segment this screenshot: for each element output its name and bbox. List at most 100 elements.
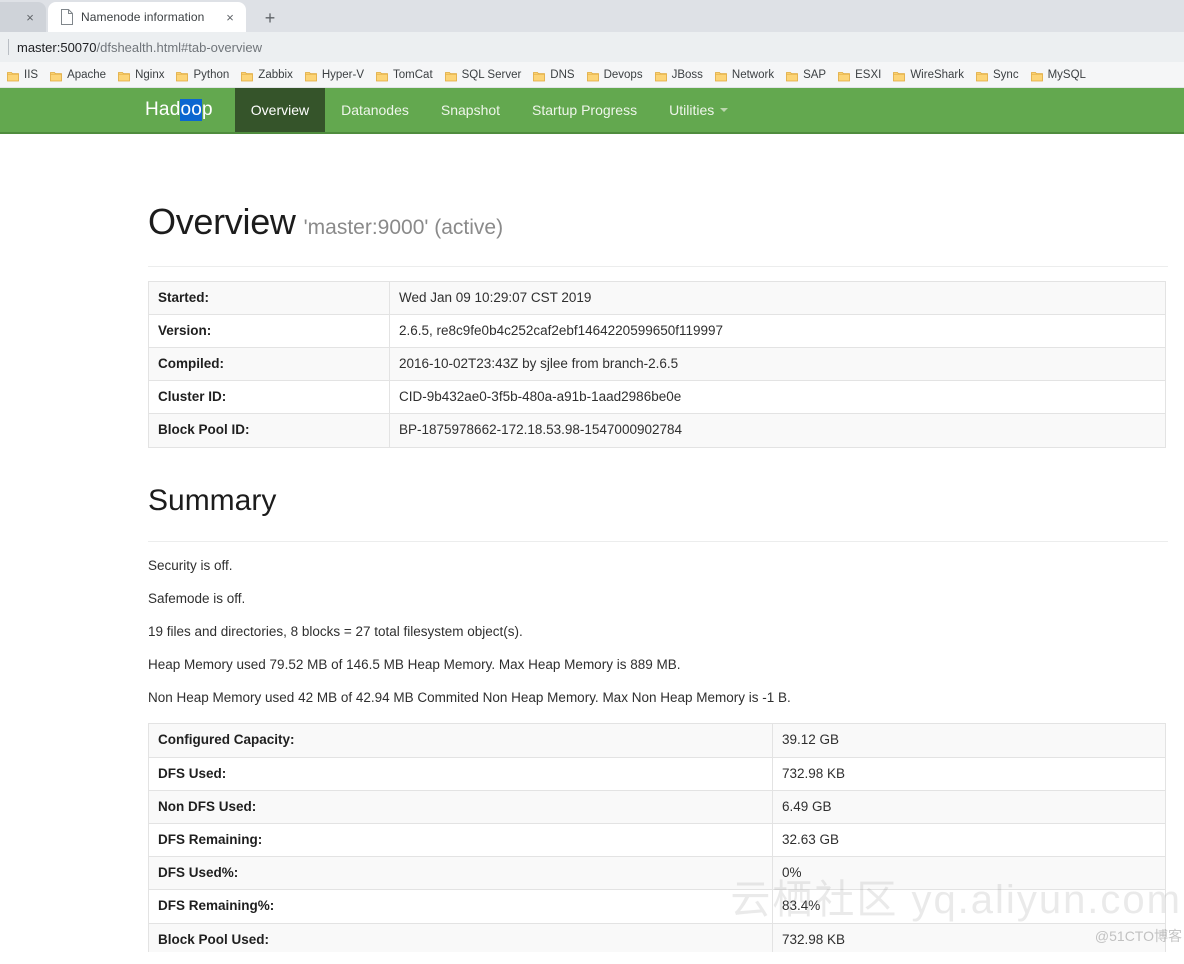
folder-icon	[376, 69, 388, 81]
summary-title: Summary	[148, 483, 277, 517]
table-cell-value: 732.98 KB	[772, 756, 1166, 791]
overview-table: Started: Wed Jan 09 10:29:07 CST 2019 Vers…	[148, 280, 1166, 448]
hadoop-brand[interactable]: Had oo p	[127, 88, 235, 132]
url-text: master:50070/dfshealth.html#tab-overview	[17, 40, 262, 55]
table-cell-key: DFS Used%:	[148, 856, 773, 891]
folder-icon	[50, 69, 62, 81]
summary-line: Non Heap Memory used 42 MB of 42.94 MB C…	[148, 690, 791, 706]
table-row: Version: 2.6.5, re8c9fe0b4c252caf2ebf1464…	[148, 313, 1166, 348]
folder-icon	[176, 69, 189, 81]
table-cell-value: 2.6.5, re8c9fe0b4c252caf2ebf146422059965…	[389, 313, 1166, 348]
close-icon[interactable]: ×	[222, 9, 238, 25]
bookmark-label: Devops	[603, 68, 643, 81]
bookmark-item-iis[interactable]: IIS	[2, 67, 45, 83]
navbar-links: Overview Datanodes Snapshot Startup Progres…	[234, 88, 744, 132]
bookmark-label: Hyper-V	[321, 68, 365, 81]
nav-link-overview[interactable]: Overview	[234, 88, 326, 132]
nav-link-label: Datanodes	[341, 102, 409, 118]
page-title-subtext: 'master:9000' (active)	[303, 216, 504, 239]
table-row: Block Pool Used: 732.98 KB	[148, 922, 1166, 952]
table-cell-value: 2016-10-02T23:43Z by sjlee from branch-2…	[389, 346, 1166, 382]
table-row: Started: Wed Jan 09 10:29:07 CST 2019	[148, 280, 1166, 315]
bookmark-item-nginx[interactable]: Nginx	[113, 67, 171, 83]
folder-icon	[444, 69, 457, 81]
browser-chrome: × Namenode information × + master:50070/…	[0, 0, 1184, 88]
bookmark-item-python[interactable]: Python	[171, 67, 236, 83]
bookmark-label: Network	[731, 68, 775, 81]
table-cell-key: Configured Capacity:	[148, 723, 773, 758]
folder-icon	[586, 69, 599, 81]
bookmark-label: IIS	[24, 68, 39, 81]
bookmark-label: Sync	[993, 68, 1019, 81]
bookmark-label: Zabbix	[258, 68, 293, 81]
folder-icon	[786, 69, 798, 81]
nav-link-label: Utilities	[669, 102, 715, 118]
bookmark-item-tomcat[interactable]: TomCat	[371, 67, 440, 83]
summary-line: 19 files and directories, 8 blocks = 27 …	[148, 623, 523, 639]
page-title-text: Overview	[148, 201, 296, 242]
table-cell-key: Version:	[148, 313, 390, 348]
address-bar[interactable]: master:50070/dfshealth.html#tab-overview	[0, 32, 1184, 62]
summary-line: Security is off.	[148, 557, 233, 573]
nav-link-snapshot[interactable]: Snapshot	[425, 88, 516, 132]
bookmark-item-devops[interactable]: Devops	[582, 67, 650, 83]
close-icon[interactable]: ×	[22, 9, 38, 25]
summary-divider	[148, 540, 1168, 542]
summary-line: Heap Memory used 79.52 MB of 146.5 MB He…	[148, 657, 681, 673]
new-tab-button[interactable]: +	[256, 4, 284, 32]
bookmark-item-mysql[interactable]: MySQL	[1026, 67, 1093, 83]
bookmark-label: TomCat	[393, 68, 433, 81]
table-cell-key: Cluster ID:	[148, 380, 390, 415]
bookmark-label: SQL Server	[461, 68, 522, 81]
table-cell-value: Wed Jan 09 10:29:07 CST 2019	[389, 280, 1166, 315]
nav-link-label: Snapshot	[440, 102, 501, 118]
bookmark-item-sap[interactable]: SAP	[781, 67, 833, 83]
nav-link-label: Overview	[250, 102, 310, 118]
nav-link-utilities[interactable]: Utilities	[653, 88, 744, 132]
bookmark-item-esxi[interactable]: ESXI	[833, 67, 888, 83]
bookmark-item-sql-server[interactable]: SQL Server	[440, 67, 529, 83]
table-row: DFS Remaining%: 83.4%	[148, 889, 1166, 924]
bookmark-label: WireShark	[910, 68, 965, 81]
content-container: Overview 'master:9000' (active) Started: W…	[148, 202, 1168, 952]
heading-divider	[148, 265, 1168, 267]
bookmark-item-network[interactable]: Network	[710, 67, 781, 83]
summary-line: Safemode is off.	[148, 590, 246, 606]
bookmark-item-apache[interactable]: Apache	[45, 67, 113, 83]
bookmark-item-zabbix[interactable]: Zabbix	[236, 67, 300, 83]
nav-link-label: Startup Progress	[532, 102, 638, 118]
summary-table: Configured Capacity: 39.12 GB DFS Used: 732…	[148, 723, 1166, 952]
table-cell-key: Block Pool Used:	[148, 922, 773, 952]
bookmark-item-dns[interactable]: DNS	[528, 67, 581, 83]
table-cell-value: 83.4%	[772, 889, 1166, 924]
table-row: Configured Capacity: 39.12 GB	[148, 723, 1166, 758]
browser-tab-partial[interactable]: ×	[0, 2, 46, 32]
table-cell-value: BP-1875978662-172.18.53.98-1547000902784	[389, 413, 1166, 448]
table-row: Non DFS Used: 6.49 GB	[148, 789, 1166, 825]
table-cell-key: DFS Remaining:	[148, 823, 773, 858]
folder-icon	[304, 69, 317, 81]
bookmark-item-hyper-v[interactable]: Hyper-V	[300, 67, 371, 83]
bookmark-label: JBoss	[671, 68, 703, 81]
table-cell-value: 732.98 KB	[772, 922, 1166, 952]
nav-link-datanodes[interactable]: Datanodes	[325, 88, 425, 132]
folder-icon	[7, 69, 19, 81]
bookmark-item-sync[interactable]: Sync	[971, 67, 1026, 83]
page-icon	[60, 9, 74, 25]
bookmark-label: Python	[193, 68, 230, 81]
bookmark-item-wireshark[interactable]: WireShark	[888, 67, 971, 83]
tab-title: Namenode information	[81, 10, 205, 24]
nav-link-startup-progress[interactable]: Startup Progress	[516, 88, 653, 132]
url-host: master:50070	[17, 39, 97, 55]
table-cell-value: 32.63 GB	[772, 823, 1166, 858]
table-row: DFS Used: 732.98 KB	[148, 756, 1166, 791]
folder-icon	[1030, 69, 1043, 81]
page-title: Overview 'master:9000' (active)	[148, 202, 1168, 242]
bookmark-label: Apache	[67, 68, 107, 81]
bookmark-label: SAP	[803, 68, 827, 81]
browser-tab-active[interactable]: Namenode information ×	[48, 2, 246, 32]
table-row: DFS Remaining: 32.63 GB	[148, 823, 1166, 858]
table-cell-key: DFS Remaining%:	[148, 889, 773, 924]
bookmark-item-jboss[interactable]: JBoss	[650, 67, 710, 83]
table-cell-key: DFS Used:	[148, 756, 773, 791]
